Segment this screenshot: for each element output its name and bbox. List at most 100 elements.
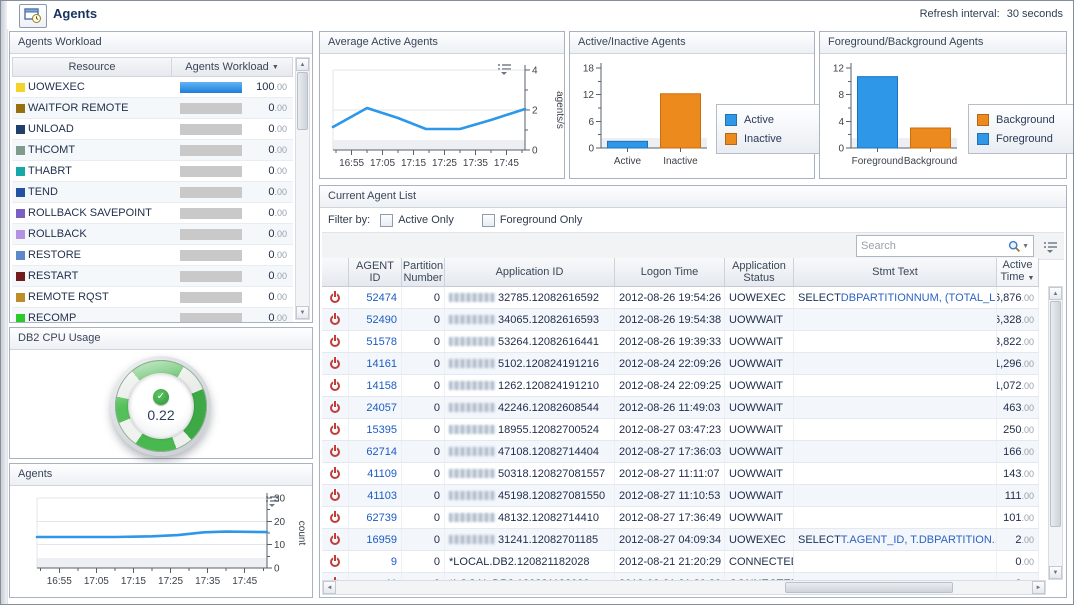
- column-header[interactable]: AGENTID: [349, 258, 402, 286]
- agent-row[interactable]: 51578053264.120826164412012-08-26 19:39:…: [322, 331, 1039, 353]
- application-status-cell: UOWWAIT: [725, 485, 794, 506]
- column-header[interactable]: Application ID: [445, 258, 615, 286]
- stmt-text-cell: [794, 397, 997, 418]
- scroll-right-icon[interactable]: ►: [1032, 581, 1045, 594]
- application-status-cell: UOWWAIT: [725, 463, 794, 484]
- force-off-power-icon[interactable]: [330, 535, 340, 545]
- svg-text:16:55: 16:55: [47, 576, 72, 587]
- resource-name: TEND: [28, 186, 176, 198]
- scroll-down-icon[interactable]: ▼: [1049, 566, 1062, 579]
- force-off-power-icon[interactable]: [330, 557, 340, 567]
- workload-row[interactable]: THCOMT0.00: [12, 140, 293, 161]
- logon-time-cell: 2012-08-27 03:47:23: [615, 419, 725, 440]
- agent-id-cell: 41109: [349, 463, 402, 484]
- force-off-power-icon[interactable]: [330, 337, 340, 347]
- agent-row[interactable]: 62739048132.120827144102012-08-27 17:36:…: [322, 507, 1039, 529]
- scroll-up-icon[interactable]: ▲: [1049, 287, 1062, 300]
- active-only-checkbox[interactable]: [380, 214, 393, 227]
- scroll-left-icon[interactable]: ◄: [323, 581, 336, 594]
- column-header[interactable]: Logon Time: [615, 258, 725, 286]
- scroll-down-icon[interactable]: ▼: [296, 306, 309, 319]
- foreground-only-checkbox[interactable]: [482, 214, 495, 227]
- agent-row[interactable]: 16959031241.120827011852012-08-27 04:09:…: [322, 529, 1039, 551]
- agent-row[interactable]: 41103045198.1208270815502012-08-27 11:10…: [322, 485, 1039, 507]
- logon-time-cell: 2012-08-27 17:36:03: [615, 441, 725, 462]
- svg-text:agents/s: agents/s: [554, 91, 565, 129]
- workload-row[interactable]: ROLLBACK0.00: [12, 224, 293, 245]
- force-off-power-icon[interactable]: [330, 381, 340, 391]
- workload-row[interactable]: ROLLBACK SAVEPOINT0.00: [12, 203, 293, 224]
- force-off-power-icon[interactable]: [330, 359, 340, 369]
- refresh-interval-value[interactable]: 30 seconds: [1007, 8, 1063, 20]
- workload-header-value[interactable]: Agents Workload▼: [172, 57, 293, 77]
- workload-row[interactable]: UOWEXEC100.00: [12, 77, 293, 98]
- resource-color-chip: [16, 314, 25, 323]
- svg-text:10: 10: [274, 540, 286, 551]
- agent-row[interactable]: 62714047108.120827144042012-08-27 17:36:…: [322, 441, 1039, 463]
- sort-desc-icon: ▼: [272, 64, 279, 71]
- agent-row[interactable]: 1415801262.1208241912102012-08-24 22:09:…: [322, 375, 1039, 397]
- scrollbar-thumb[interactable]: [297, 72, 308, 130]
- workload-row[interactable]: REMOTE RQST0.00: [12, 287, 293, 308]
- agent-row[interactable]: 52474032785.120826165922012-08-26 19:54:…: [322, 287, 1039, 309]
- legend-swatch: [725, 133, 737, 145]
- workload-bar: [180, 271, 242, 282]
- agent-table-hscrollbar[interactable]: ◄ ►: [322, 580, 1046, 595]
- force-off-power-icon[interactable]: [330, 513, 340, 523]
- scroll-up-icon[interactable]: ▲: [296, 58, 309, 71]
- workload-row[interactable]: RESTART0.00: [12, 266, 293, 287]
- workload-row[interactable]: RESTORE0.00: [12, 245, 293, 266]
- search-input[interactable]: [857, 240, 1008, 252]
- workload-scrollbar[interactable]: ▲ ▼: [295, 57, 310, 320]
- column-header[interactable]: Stmt Text: [794, 258, 997, 286]
- agent-row[interactable]: 90*LOCAL.DB2.1208211820282012-08-21 21:2…: [322, 551, 1039, 573]
- workload-row[interactable]: WAITFOR REMOTE0.00: [12, 98, 293, 119]
- application-id-cell: 45198.120827081550: [445, 485, 615, 506]
- cpu-gauge: ✓ 0.22: [111, 356, 211, 456]
- workload-row[interactable]: RECOMP0.00: [12, 308, 293, 322]
- agent-row[interactable]: 15395018955.120827005242012-08-27 03:47:…: [322, 419, 1039, 441]
- agent-row[interactable]: 41109050318.1208270815572012-08-27 11:11…: [322, 463, 1039, 485]
- agent-table-body: 52474032785.120826165922012-08-26 19:54:…: [322, 287, 1039, 595]
- logon-time-cell: 2012-08-27 17:36:49: [615, 507, 725, 528]
- workload-row[interactable]: UNLOAD0.00: [12, 119, 293, 140]
- resource-name: REMOTE RQST: [28, 291, 176, 303]
- scrollbar-thumb[interactable]: [1050, 301, 1061, 527]
- force-off-power-icon[interactable]: [330, 447, 340, 457]
- force-off-power-icon[interactable]: [330, 469, 340, 479]
- search-options-caret-icon[interactable]: ▼: [1021, 243, 1033, 250]
- force-off-power-icon[interactable]: [330, 293, 340, 303]
- workload-header-resource[interactable]: Resource: [12, 57, 172, 77]
- svg-text:17:25: 17:25: [158, 576, 183, 587]
- force-off-power-icon[interactable]: [330, 491, 340, 501]
- scrollbar-thumb[interactable]: [785, 582, 953, 593]
- active-time-cell: 3,822.00: [997, 331, 1039, 352]
- force-off-power-icon[interactable]: [330, 425, 340, 435]
- force-off-power-icon[interactable]: [330, 403, 340, 413]
- application-id-cell: 47108.12082714404: [445, 441, 615, 462]
- column-header[interactable]: ActiveTime▼: [997, 258, 1039, 286]
- agent-id-cell: 9: [349, 551, 402, 572]
- workload-bar: [180, 82, 242, 93]
- table-options-icon[interactable]: [1043, 240, 1058, 252]
- search-icon[interactable]: [1008, 240, 1021, 253]
- agent-row[interactable]: 1416105102.1208241912162012-08-24 22:09:…: [322, 353, 1039, 375]
- table-toolbar: ▼: [322, 232, 1064, 260]
- redacted-ip: [449, 491, 495, 500]
- force-off-power-icon[interactable]: [330, 315, 340, 325]
- column-header[interactable]: [322, 258, 349, 286]
- stmt-text-cell: [794, 507, 997, 528]
- column-header[interactable]: ApplicationStatus: [725, 258, 794, 286]
- agent-table-vscrollbar[interactable]: ▲ ▼: [1048, 286, 1063, 580]
- panel-agents-chart-title: Agents: [10, 464, 312, 486]
- partition-cell: 0: [402, 463, 445, 484]
- workload-row[interactable]: THABRT0.00: [12, 161, 293, 182]
- column-header[interactable]: PartitionNumber: [402, 258, 445, 286]
- redacted-ip: [449, 469, 495, 478]
- partition-cell: 0: [402, 529, 445, 550]
- active-time-cell: 101.00: [997, 507, 1039, 528]
- workload-row[interactable]: TEND0.00: [12, 182, 293, 203]
- application-status-cell: CONNECTED: [725, 551, 794, 572]
- agent-row[interactable]: 24057042246.120826085442012-08-26 11:49:…: [322, 397, 1039, 419]
- agent-row[interactable]: 52490034065.120826165932012-08-26 19:54:…: [322, 309, 1039, 331]
